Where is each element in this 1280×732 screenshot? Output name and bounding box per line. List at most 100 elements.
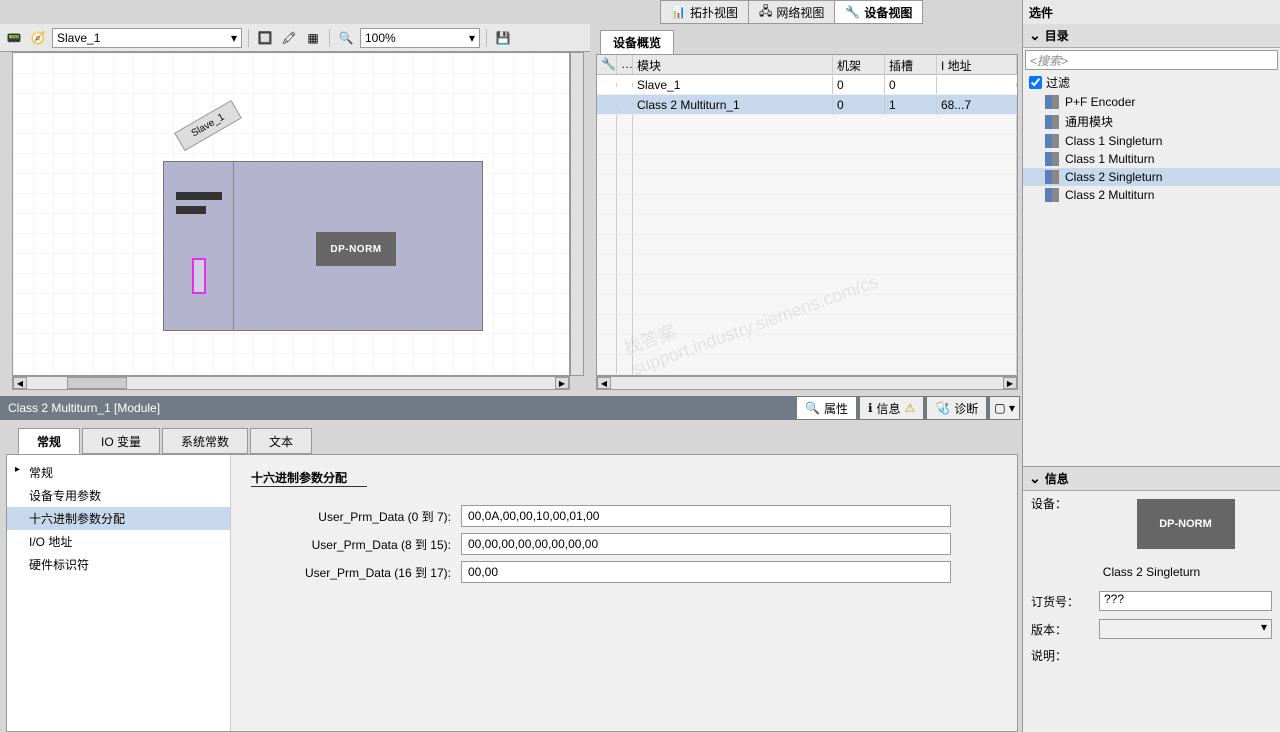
tab-label: 诊断	[954, 400, 978, 417]
save-layout-button[interactable]: 💾	[493, 28, 513, 48]
device-overview-table: 🔧 … 模块 机架 插槽 I 地址 Slave_1 0 0 Class 2 Mu…	[596, 54, 1018, 376]
module-icon	[1045, 95, 1059, 109]
device-preview: DP-NORM	[1137, 499, 1235, 549]
tab-topology-view[interactable]: 📊拓扑视图	[660, 0, 749, 24]
scroll-track[interactable]	[611, 377, 1003, 389]
catalog-item[interactable]: P+F Encoder	[1023, 93, 1280, 111]
user-prm-data-0-7[interactable]	[461, 505, 951, 527]
overview-hscrollbar[interactable]: ◀ ▶	[596, 376, 1018, 390]
scroll-right-button[interactable]: ▶	[555, 377, 569, 389]
warning-icon: ⚠	[905, 401, 916, 415]
show-labels-button[interactable]: 🔲	[255, 28, 275, 48]
empty-row	[597, 355, 1017, 375]
empty-row	[597, 255, 1017, 275]
user-prm-data-8-15[interactable]	[461, 533, 951, 555]
nav-general[interactable]: 常规	[7, 461, 230, 484]
row-slot: 0	[885, 76, 937, 94]
nav-device-params[interactable]: 设备专用参数	[7, 484, 230, 507]
catalog-header[interactable]: 目录	[1023, 24, 1280, 48]
catalog-item-label: Class 2 Singleturn	[1065, 170, 1162, 184]
catalog-item[interactable]: 通用模块	[1023, 111, 1280, 132]
scroll-left-button[interactable]: ◀	[13, 377, 27, 389]
version-dropdown[interactable]	[1099, 619, 1272, 639]
show-device-button[interactable]: 📟	[4, 28, 24, 48]
tab-device-view[interactable]: 🔧设备视图	[834, 0, 923, 24]
window-controls[interactable]: ▢ ▾	[989, 396, 1020, 420]
header-addr[interactable]: I 地址	[937, 55, 1017, 74]
empty-row	[597, 235, 1017, 255]
separator	[486, 29, 487, 47]
panel-bar	[176, 192, 222, 200]
scroll-left-button[interactable]: ◀	[597, 377, 611, 389]
module-icon	[1045, 152, 1059, 166]
device-module[interactable]: DP-NORM	[163, 161, 483, 331]
tab-io-variables[interactable]: IO 变量	[82, 428, 160, 454]
nav-hw-id[interactable]: 硬件标识符	[7, 553, 230, 576]
header-module[interactable]: 模块	[633, 55, 833, 74]
form-label: User_Prm_Data (16 到 17):	[251, 564, 461, 581]
canvas-hscrollbar[interactable]: ◀ ▶	[12, 376, 570, 390]
row-addr	[937, 83, 1017, 87]
device-selector[interactable]: Slave_1	[52, 28, 242, 48]
info-header[interactable]: 信息	[1023, 467, 1280, 491]
tab-text[interactable]: 文本	[250, 428, 312, 454]
version-label: 版本：	[1031, 621, 1091, 638]
catalog-search-input[interactable]: <搜索>	[1025, 50, 1278, 70]
zoom-selector[interactable]: 100%	[360, 28, 480, 48]
catalog-item[interactable]: Class 2 Singleturn	[1023, 168, 1280, 186]
row-rack: 0	[833, 96, 885, 114]
scroll-right-button[interactable]: ▶	[1003, 377, 1017, 389]
tab-diagnostics[interactable]: 🩺诊断	[926, 396, 987, 420]
tab-network-view[interactable]: 🖧网络视图	[748, 0, 835, 24]
header-icon-col: 🔧	[597, 55, 617, 74]
form-row: User_Prm_Data (8 到 15):	[251, 533, 997, 555]
overview-row[interactable]: Slave_1 0 0	[597, 75, 1017, 95]
catalog-item-label: Class 1 Singleturn	[1065, 134, 1162, 148]
scroll-track[interactable]	[27, 377, 555, 389]
empty-row	[597, 315, 1017, 335]
module-icon	[1045, 115, 1059, 129]
scroll-thumb[interactable]	[67, 377, 127, 389]
canvas-vscrollbar[interactable]	[570, 52, 584, 376]
device-name: Class 2 Singleturn	[1023, 557, 1280, 587]
empty-row	[597, 335, 1017, 355]
device-canvas[interactable]: Slave_1 DP-NORM	[12, 52, 570, 376]
row-expand	[617, 103, 633, 107]
tab-label: 网络视图	[776, 4, 824, 21]
filter-checkbox[interactable]	[1029, 76, 1042, 89]
catalog-item[interactable]: Class 1 Multiturn	[1023, 150, 1280, 168]
overview-row[interactable]: Class 2 Multiturn_1 0 1 68...7	[597, 95, 1017, 115]
tab-system-constants[interactable]: 系统常数	[162, 428, 248, 454]
tab-label: 设备视图	[864, 4, 912, 21]
row-addr: 68...7	[937, 96, 1017, 114]
header-rack[interactable]: 机架	[833, 55, 885, 74]
order-number-field[interactable]: ???	[1099, 591, 1272, 611]
row-icon	[597, 103, 617, 107]
catalog-item[interactable]: Class 1 Singleturn	[1023, 132, 1280, 150]
form-label: User_Prm_Data (8 到 15):	[251, 536, 461, 553]
form-row: User_Prm_Data (16 到 17):	[251, 561, 997, 583]
nav-io-addresses[interactable]: I/O 地址	[7, 530, 230, 553]
tab-info[interactable]: ℹ信息⚠	[859, 396, 924, 420]
tab-general[interactable]: 常规	[18, 428, 80, 454]
row-module: Class 2 Multiturn_1	[633, 96, 833, 114]
network-icon: 🖧	[759, 2, 772, 23]
tab-label: 属性	[824, 400, 848, 417]
zoom-fit-button[interactable]: 🔍	[336, 28, 356, 48]
catalog-item[interactable]: Class 2 Multiturn	[1023, 186, 1280, 204]
user-prm-data-16-17[interactable]	[461, 561, 951, 583]
device-label: 设备：	[1031, 495, 1091, 512]
nav-hex-params[interactable]: 十六进制参数分配	[7, 507, 230, 530]
header-slot[interactable]: 插槽	[885, 55, 937, 74]
tab-properties[interactable]: 🔍属性	[796, 396, 857, 420]
grid-button[interactable]: ▦	[303, 28, 323, 48]
row-expand	[617, 83, 633, 87]
tab-device-overview[interactable]: 设备概览	[600, 30, 674, 54]
filter-label: 过滤	[1046, 74, 1070, 91]
highlight-button[interactable]: 🖍	[279, 28, 299, 48]
nav-tree-button[interactable]: 🧭	[28, 28, 48, 48]
tab-label: 信息	[877, 400, 901, 417]
row-rack: 0	[833, 76, 885, 94]
device-front-panel	[164, 162, 234, 330]
selected-port[interactable]	[192, 258, 206, 294]
